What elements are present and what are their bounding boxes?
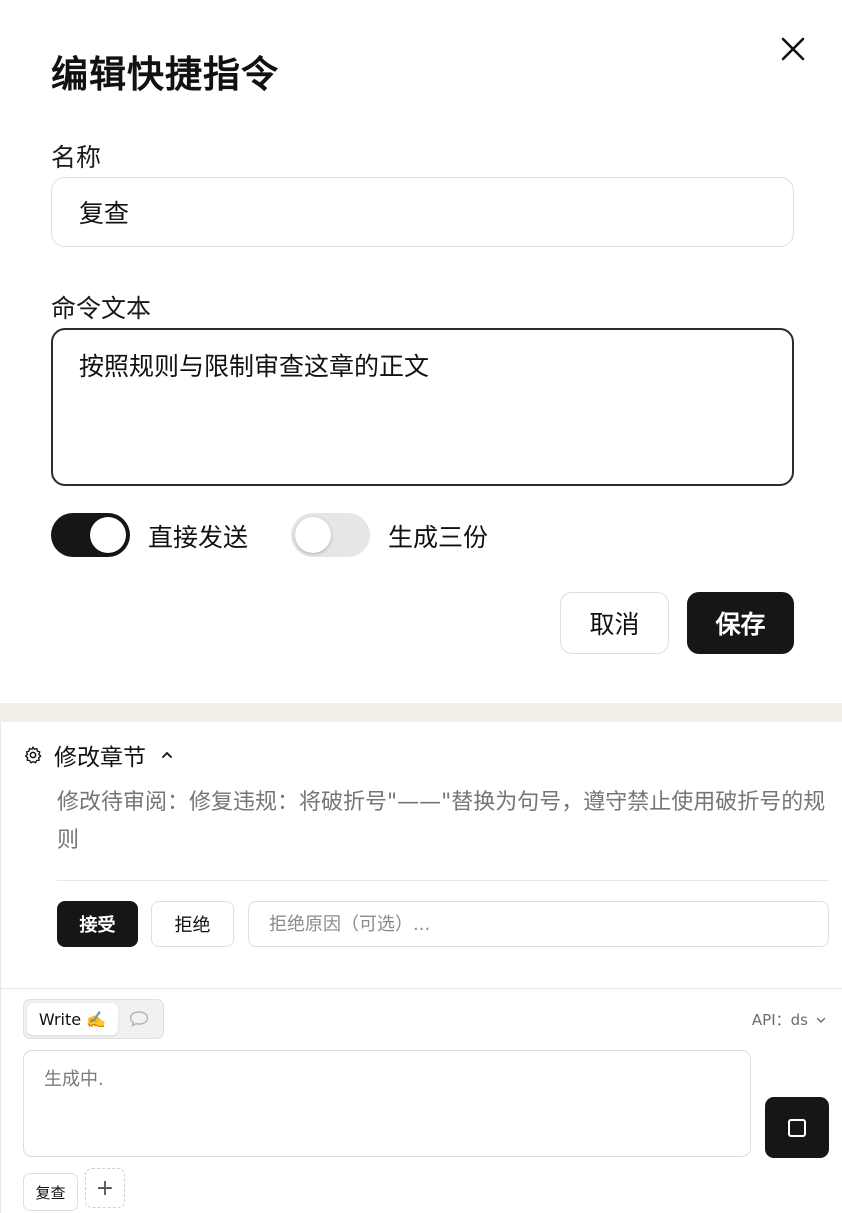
reject-button[interactable]: 拒绝 <box>151 901 234 947</box>
direct-send-label: 直接发送 <box>148 523 249 552</box>
generate-three-toggle[interactable] <box>291 513 370 557</box>
plus-icon: + <box>95 1175 115 1201</box>
cancel-button[interactable]: 取消 <box>560 592 669 654</box>
mode-switch: Write ✍️ <box>23 999 164 1039</box>
chapter-panel: 修改章节 修改待审阅：修复违规：将破折号"——"替换为句号，遵守禁止使用破折号的… <box>0 722 842 1213</box>
api-selector[interactable]: API：ds <box>752 1009 826 1030</box>
prompt-textarea[interactable] <box>23 1050 751 1157</box>
command-textarea[interactable]: 按照规则与限制审查这章的正文 <box>51 328 794 486</box>
page: 编辑快捷指令 名称 命令文本 按照规则与限制审查这章的正文 直接发送 生成三份 … <box>0 0 842 1213</box>
name-input[interactable] <box>51 177 794 247</box>
generate-three-label: 生成三份 <box>388 523 489 552</box>
section-title: 修改章节 <box>54 745 146 771</box>
chat-bubble-icon[interactable] <box>128 1009 150 1029</box>
write-mode-tab[interactable]: Write ✍️ <box>27 1003 118 1035</box>
close-icon <box>781 37 805 61</box>
chevron-up-icon <box>162 752 172 758</box>
stop-icon <box>788 1119 806 1137</box>
gear-icon <box>25 746 42 764</box>
shortcut-chip[interactable]: 复查 <box>23 1173 78 1211</box>
divider <box>1 988 842 989</box>
dialog-title: 编辑快捷指令 <box>51 53 279 96</box>
add-shortcut-button[interactable]: + <box>85 1168 125 1208</box>
pending-change-text: 修改待审阅：修复违规：将破折号"——"替换为句号，遵守禁止使用破折号的规则 <box>57 790 826 853</box>
toggle-knob <box>90 517 126 553</box>
api-label: API：ds <box>751 1011 808 1029</box>
reject-reason-input[interactable] <box>248 901 829 947</box>
save-button[interactable]: 保存 <box>687 592 794 654</box>
accept-button[interactable]: 接受 <box>57 901 138 947</box>
name-label: 名称 <box>51 143 102 172</box>
direct-send-toggle[interactable] <box>51 513 130 557</box>
divider <box>57 880 829 881</box>
section-header[interactable]: 修改章节 <box>23 740 174 771</box>
command-label: 命令文本 <box>51 294 152 323</box>
close-button[interactable] <box>776 32 810 66</box>
edit-shortcut-dialog: 编辑快捷指令 名称 命令文本 按照规则与限制审查这章的正文 直接发送 生成三份 … <box>0 0 842 703</box>
toggle-knob <box>295 517 331 553</box>
chevron-down-icon <box>816 1017 826 1023</box>
stop-button[interactable] <box>765 1097 829 1158</box>
divider-band <box>0 703 842 722</box>
